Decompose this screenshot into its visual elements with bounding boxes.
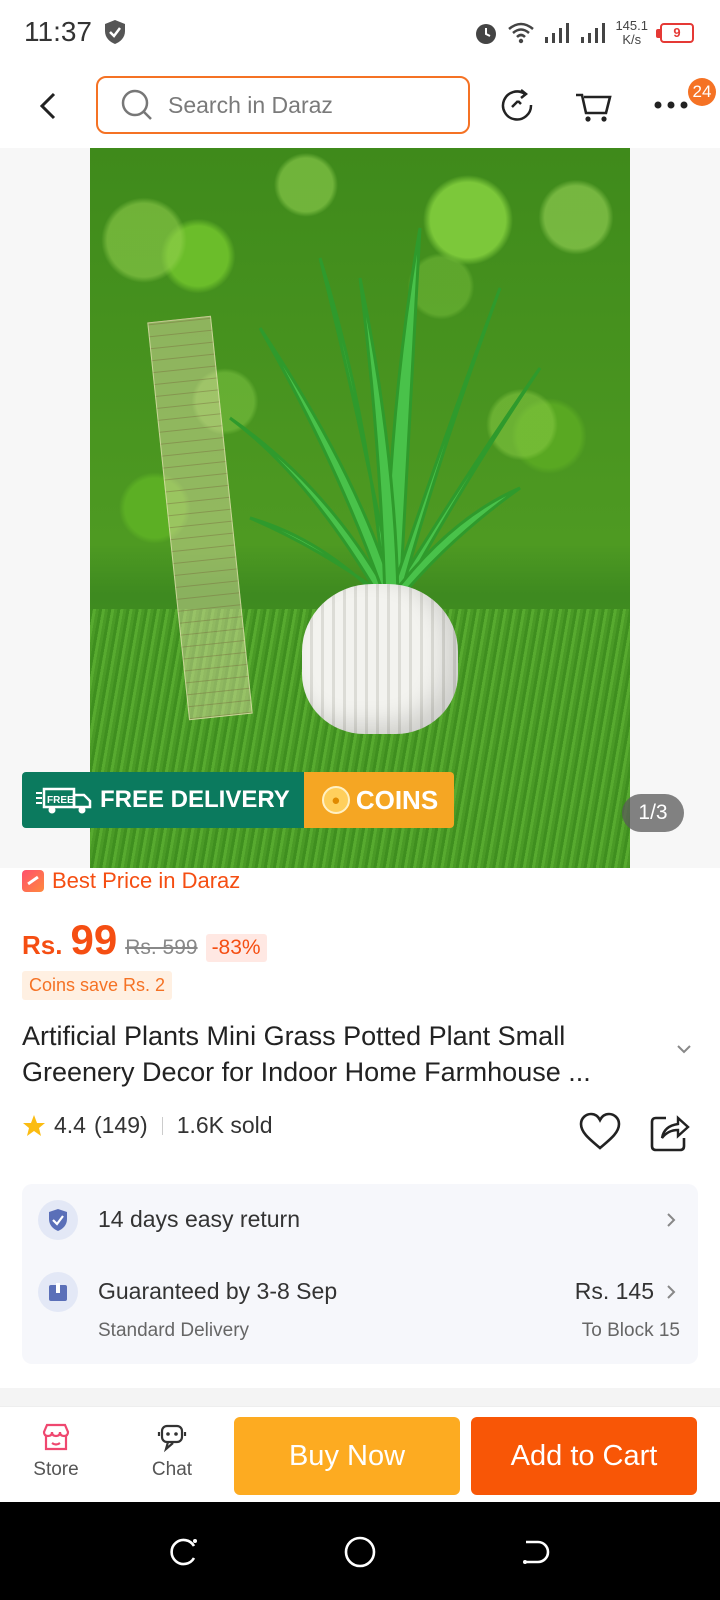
chevron-left-icon: [39, 92, 56, 120]
best-price-icon: [22, 870, 44, 892]
chevron-right-icon: [667, 1285, 676, 1299]
store-button[interactable]: Store: [16, 1417, 96, 1481]
coins-badge: ● COINS: [303, 772, 455, 828]
best-price-tag: Best Price in Daraz: [22, 868, 240, 894]
coins-label: COINS: [355, 784, 439, 815]
divider: [161, 1116, 163, 1135]
recents-icon: [170, 1538, 197, 1566]
recents-button[interactable]: [164, 1532, 204, 1572]
plant-leaves: [229, 227, 542, 600]
product-gallery[interactable]: FREE FREE DELIVERY ● COINS 1/3: [0, 148, 720, 868]
discount-badge: -83%: [205, 934, 267, 962]
notification-badge: 24: [688, 78, 716, 106]
bottom-action-bar: Store Chat Buy Now Add to Cart: [0, 1406, 720, 1502]
original-price: Rs. 599: [125, 936, 198, 959]
battery-level: 9: [660, 23, 694, 43]
chat-button[interactable]: Chat: [132, 1417, 212, 1481]
white-pot: [302, 584, 458, 734]
product-image[interactable]: [90, 148, 630, 868]
delivery-location: To Block 15: [581, 1320, 680, 1341]
wifi-icon: [508, 22, 535, 44]
chat-bot-icon: [157, 1424, 187, 1453]
add-to-cart-button[interactable]: Add to Cart: [471, 1417, 697, 1495]
delivery-truck-icon: FREE: [36, 787, 92, 814]
sold-count: 1.6K sold: [176, 1112, 273, 1138]
back-button[interactable]: [30, 86, 66, 126]
delivery-row[interactable]: Guaranteed by 3-8 Sep Standard Delivery …: [22, 1258, 698, 1364]
cart-button[interactable]: [573, 84, 615, 126]
delivery-guarantee: Guaranteed by 3-8 Sep: [98, 1278, 338, 1304]
shield-icon: [105, 20, 125, 44]
rating-value: 4.4: [54, 1112, 86, 1138]
return-shield-icon: [38, 1200, 78, 1240]
battery-icon: 9: [656, 23, 694, 43]
delivery-box-icon: [38, 1272, 78, 1312]
home-circle-icon: [344, 1536, 376, 1568]
search-bar[interactable]: [96, 76, 470, 134]
rating-count: (149): [93, 1112, 148, 1138]
section-divider: [0, 1388, 720, 1406]
chevron-down-icon[interactable]: [676, 1044, 692, 1054]
back-nav-button[interactable]: [516, 1532, 556, 1572]
delivery-coins-badge: FREE FREE DELIVERY ● COINS: [22, 772, 455, 828]
free-delivery-badge: FREE FREE DELIVERY: [22, 772, 304, 828]
product-title[interactable]: Artificial Plants Mini Grass Potted Plan…: [22, 1018, 662, 1090]
star-icon: [23, 1114, 45, 1136]
coin-icon: ●: [321, 786, 350, 814]
store-label: Store: [33, 1459, 79, 1480]
top-header: 24: [0, 64, 720, 148]
search-icon: [121, 89, 152, 120]
history-icon: [501, 89, 533, 121]
return-policy-row[interactable]: 14 days easy return: [22, 1184, 698, 1258]
image-pager: 1/3: [622, 794, 684, 832]
search-input[interactable]: [168, 91, 438, 119]
share-icon[interactable]: [648, 1110, 692, 1154]
current-price: 99: [70, 916, 118, 963]
chevron-right-icon: [667, 1213, 676, 1227]
coins-save-tag: Coins save Rs. 2: [22, 971, 173, 1000]
svg-text:FREE: FREE: [47, 795, 74, 806]
system-nav-bar: [0, 1502, 720, 1600]
return-text: 14 days easy return: [98, 1206, 301, 1232]
store-icon: [42, 1423, 70, 1451]
network-speed: 145.1 K/s: [615, 18, 648, 47]
cart-icon: [576, 93, 612, 122]
more-button[interactable]: [650, 84, 692, 126]
signal-icon: [545, 23, 570, 43]
status-icons: 145.1 K/s 9: [473, 16, 694, 50]
more-dots-icon: [654, 101, 688, 109]
history-button[interactable]: [497, 84, 539, 126]
chat-label: Chat: [151, 1459, 193, 1480]
buy-now-button[interactable]: Buy Now: [234, 1417, 460, 1495]
delivery-fee: Rs. 145: [574, 1278, 654, 1304]
currency: Rs.: [22, 930, 63, 960]
alarm-icon: [476, 24, 497, 44]
free-delivery-label: FREE DELIVERY: [100, 786, 290, 813]
clock: 11:37: [24, 16, 92, 47]
back-nav-icon: [523, 1540, 550, 1564]
signal-icon-2: [581, 23, 606, 43]
price-row: Rs. 99 Rs. 599 -83%: [22, 916, 267, 964]
wishlist-heart-icon[interactable]: [578, 1110, 622, 1154]
rating-row[interactable]: 4.4 (149) 1.6K sold: [22, 1112, 273, 1139]
best-price-label: Best Price in Daraz: [52, 868, 241, 893]
delivery-type: Standard Delivery: [98, 1320, 250, 1341]
services-card: 14 days easy return Guaranteed by 3-8 Se…: [22, 1184, 698, 1364]
status-bar: 11:37 145.1 K/s 9: [0, 0, 720, 64]
home-button[interactable]: [340, 1532, 380, 1572]
